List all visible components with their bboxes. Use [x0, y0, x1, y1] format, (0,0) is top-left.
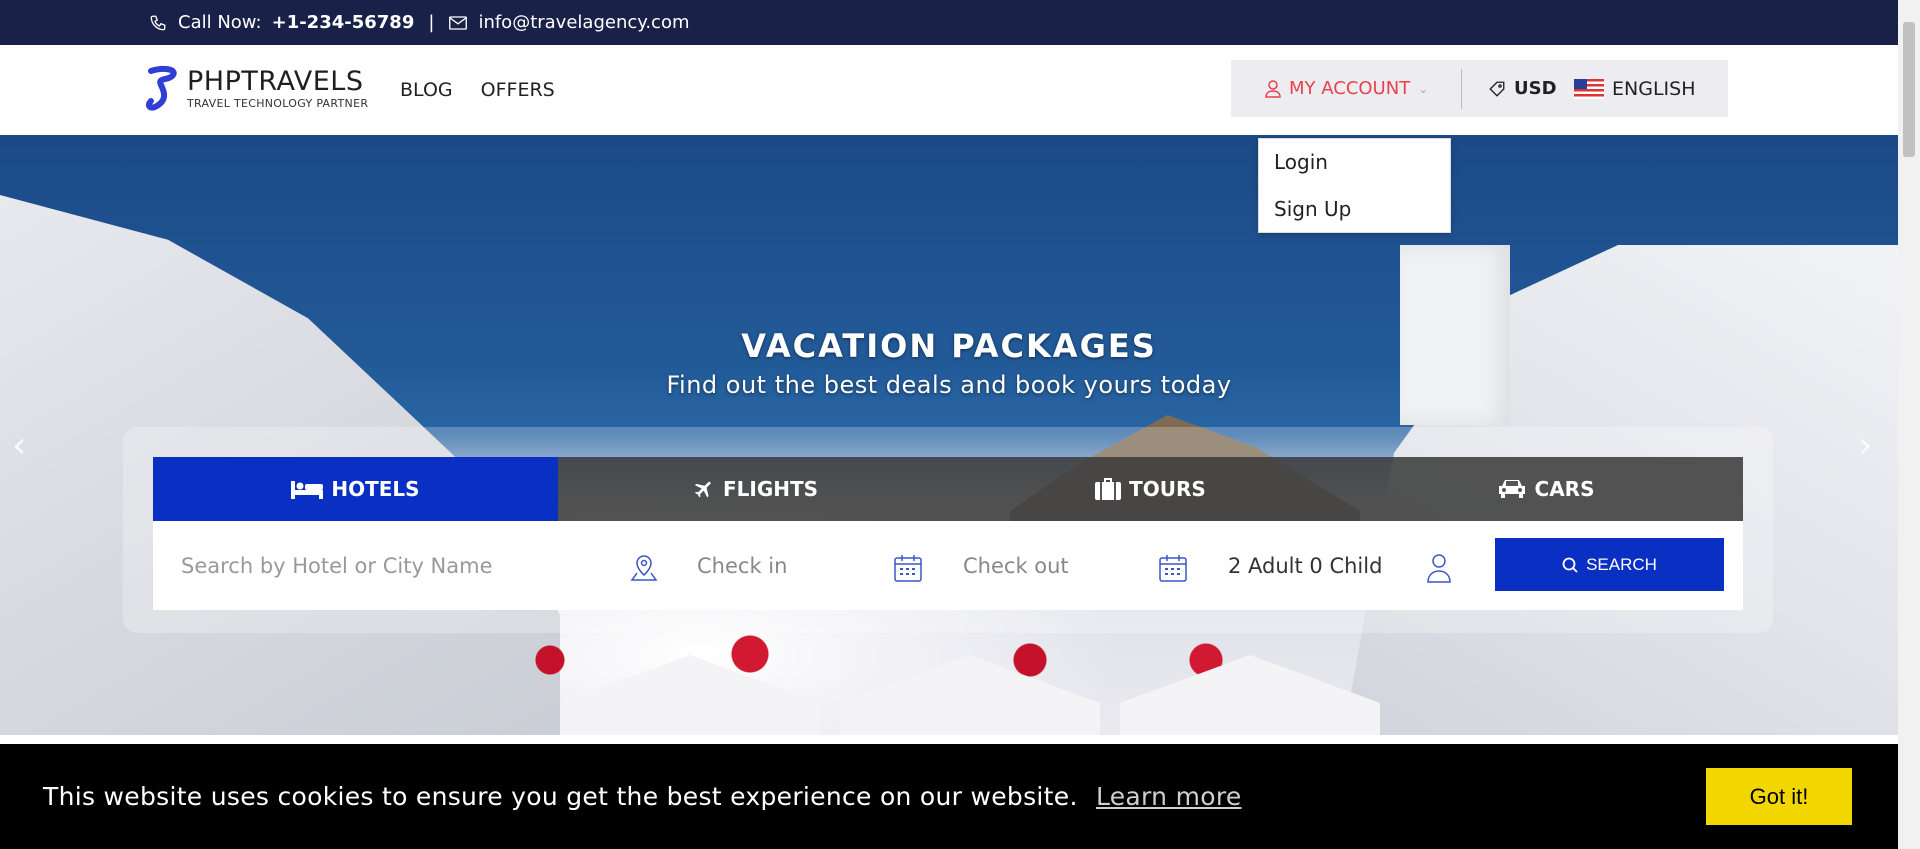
calendar-icon[interactable] — [1158, 553, 1188, 583]
tab-flights-label: FLIGHTS — [722, 477, 819, 501]
guests-selector[interactable]: 2 Adult 0 Child — [1228, 521, 1382, 610]
slider-prev-icon[interactable]: ‹ — [12, 425, 26, 466]
currency-label: USD — [1514, 78, 1557, 99]
language-label: ENGLISH — [1612, 77, 1696, 100]
top-bar: Call Now: +1-234-56789 | info@travelagen… — [0, 0, 1898, 45]
checkout-input[interactable]: Check out — [963, 521, 1069, 610]
tab-cars[interactable]: CARS — [1348, 457, 1743, 521]
call-label: Call Now: — [178, 12, 262, 33]
cookie-banner: This website uses cookies to ensure you … — [0, 744, 1898, 849]
account-dropdown: Login Sign Up — [1258, 138, 1451, 233]
envelope-icon — [448, 13, 468, 33]
tab-cars-label: CARS — [1534, 477, 1595, 501]
plane-icon — [694, 481, 711, 498]
my-account-button[interactable]: MY ACCOUNT ⌄ — [1231, 78, 1461, 99]
cookie-message: This website uses cookies to ensure you … — [43, 782, 1078, 811]
search-button[interactable]: SEARCH — [1495, 538, 1724, 591]
user-icon — [1427, 554, 1451, 583]
currency-selector[interactable]: USD — [1462, 78, 1574, 99]
email-link[interactable]: info@travelagency.com — [478, 12, 689, 33]
suitcase-icon — [1095, 478, 1122, 500]
nav-offers[interactable]: OFFERS — [481, 79, 555, 101]
search-icon — [1562, 557, 1578, 573]
bed-icon — [291, 481, 324, 499]
hero-bg-flowers — [470, 630, 1270, 690]
map-pin-icon — [630, 555, 658, 581]
main-nav: BLOG OFFERS — [400, 45, 555, 135]
nav-blog[interactable]: BLOG — [400, 79, 453, 101]
page-scrollbar[interactable] — [1898, 0, 1920, 849]
logo-title: PHPTRAVELS — [187, 65, 364, 97]
logo[interactable]: PHPTRAVELS TRAVEL TECHNOLOGY PARTNER — [143, 65, 368, 111]
car-icon — [1498, 480, 1525, 498]
topbar-separator: | — [428, 12, 435, 33]
calendar-icon[interactable] — [893, 553, 923, 583]
tab-flights[interactable]: FLIGHTS — [558, 457, 953, 521]
search-form: Search by Hotel or City Name Check in Ch… — [153, 521, 1743, 610]
tab-tours-label: TOURS — [1129, 477, 1206, 501]
language-selector[interactable]: ENGLISH — [1574, 78, 1695, 100]
account-bar: MY ACCOUNT ⌄ USD ENGLISH — [1231, 60, 1728, 117]
hero-subtitle: Find out the best deals and book yours t… — [666, 371, 1232, 399]
chevron-down-icon: ⌄ — [1418, 81, 1429, 96]
accept-cookies-button[interactable]: Got it! — [1706, 768, 1852, 825]
logo-subtitle: TRAVEL TECHNOLOGY PARTNER — [187, 96, 369, 110]
search-button-label: SEARCH — [1586, 554, 1657, 574]
main-header: PHPTRAVELS TRAVEL TECHNOLOGY PARTNER BLO… — [0, 45, 1898, 135]
tab-hotels[interactable]: HOTELS — [153, 457, 558, 521]
phone-icon — [148, 13, 168, 33]
my-account-label: MY ACCOUNT — [1289, 78, 1411, 99]
learn-more-link[interactable]: Learn more — [1096, 782, 1242, 811]
hero-title: VACATION PACKAGES — [741, 327, 1157, 365]
scrollbar-thumb[interactable] — [1903, 22, 1915, 157]
logo-icon — [145, 65, 177, 111]
signup-link[interactable]: Sign Up — [1259, 186, 1450, 233]
login-link[interactable]: Login — [1259, 139, 1450, 186]
user-icon — [1265, 79, 1281, 98]
phone-number[interactable]: +1-234-56789 — [272, 12, 415, 33]
tab-tours[interactable]: TOURS — [953, 457, 1348, 521]
slider-next-icon[interactable]: › — [1858, 425, 1872, 466]
hotel-search-input[interactable]: Search by Hotel or City Name — [181, 521, 631, 610]
tag-icon — [1489, 81, 1505, 97]
tab-hotels-label: HOTELS — [331, 477, 420, 501]
search-tabs: HOTELS FLIGHTS TOURS CARS — [153, 457, 1743, 521]
checkin-input[interactable]: Check in — [697, 521, 787, 610]
us-flag-icon — [1574, 78, 1604, 99]
